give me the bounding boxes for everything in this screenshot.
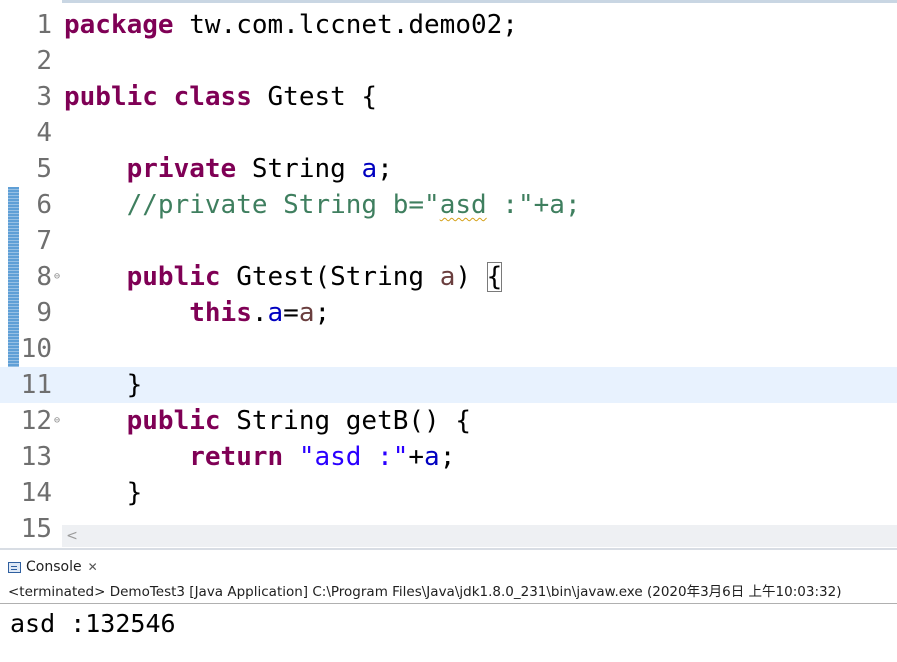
keyword-token: return: [189, 442, 284, 472]
bracket-token: {: [486, 262, 503, 292]
code-token: }: [64, 370, 143, 400]
code-line[interactable]: 13 return "asd :"+a;: [0, 439, 897, 475]
keyword-token: package: [64, 10, 174, 40]
close-icon[interactable]: ✕: [88, 560, 98, 574]
code-line[interactable]: 9 this.a=a;: [0, 295, 897, 331]
line-number: 5: [36, 154, 52, 184]
code-text: public class Gtest {: [64, 79, 377, 115]
code-text: private String a;: [64, 151, 393, 187]
code-token: tw.com.lccnet.demo02;: [173, 10, 518, 40]
horizontal-scrollbar[interactable]: <: [62, 525, 897, 547]
line-number: 1: [36, 10, 52, 40]
code-token: String: [236, 154, 362, 184]
keyword-token: public: [126, 406, 221, 436]
line-number: 2: [36, 46, 52, 76]
line-number: 3: [36, 82, 52, 112]
tab-console-label: Console: [26, 559, 82, 575]
keyword-token: public: [64, 82, 158, 112]
code-text: this.a=a;: [64, 295, 330, 331]
code-text: public Gtest(String a) {: [64, 259, 503, 295]
code-line[interactable]: 14 }: [0, 475, 897, 511]
code-token: .: [251, 298, 268, 328]
console-tab-bar: Console ✕: [0, 552, 897, 580]
string-token: "asd :": [298, 442, 409, 472]
code-line[interactable]: 6 //private String b="asd :"+a;: [0, 187, 897, 223]
code-token: +: [408, 442, 425, 472]
comment-token: :"+a;: [486, 190, 581, 220]
code-line[interactable]: 11 }: [0, 367, 897, 403]
comment-token: //private String b=": [126, 190, 440, 220]
keyword-token: public: [126, 262, 221, 292]
line-number: 11: [20, 370, 52, 400]
code-text: }: [64, 475, 143, 511]
keyword-token: this: [189, 298, 252, 328]
console-status-bar: <terminated> DemoTest3 [Java Application…: [0, 580, 897, 604]
code-text: }: [64, 367, 143, 403]
field-token: a: [424, 442, 440, 472]
code-line[interactable]: 1 package tw.com.lccnet.demo02;: [0, 7, 897, 43]
line-number: 15: [20, 514, 52, 544]
line-number: 13: [20, 442, 52, 472]
code-token: }: [64, 478, 143, 508]
field-token: a: [267, 298, 284, 328]
code-token: String getB() {: [220, 406, 471, 436]
code-text: package tw.com.lccnet.demo02;: [64, 7, 518, 43]
code-text: public String getB() {: [64, 403, 471, 439]
console-output[interactable]: asd :132546: [10, 607, 176, 641]
fold-toggle-icon[interactable]: ⊖: [52, 416, 62, 426]
parameter-token: a: [439, 262, 456, 292]
code-token: Gtest(String: [220, 262, 440, 292]
line-number: 7: [36, 226, 52, 256]
line-number: 9: [36, 298, 52, 328]
code-token: ;: [377, 154, 393, 184]
code-line[interactable]: 8 ⊖ public Gtest(String a) {: [0, 259, 897, 295]
line-number: 8: [36, 262, 52, 292]
code-text: return "asd :"+a;: [64, 439, 455, 475]
comment-token: asd: [439, 190, 487, 220]
line-number: 10: [20, 334, 52, 364]
code-token: ;: [314, 298, 331, 328]
code-text: //private String b="asd :"+a;: [64, 187, 581, 223]
field-token: a: [361, 154, 378, 184]
code-line[interactable]: 5 private String a;: [0, 151, 897, 187]
code-token: ): [455, 262, 487, 292]
parameter-token: a: [298, 298, 315, 328]
code-line[interactable]: 2: [0, 43, 897, 79]
code-line[interactable]: 4: [0, 115, 897, 151]
tab-console[interactable]: Console ✕: [8, 556, 98, 578]
code-line[interactable]: 10: [0, 331, 897, 367]
line-number: 14: [20, 478, 52, 508]
code-line[interactable]: 12 ⊖ public String getB() {: [0, 403, 897, 439]
keyword-token: class: [173, 82, 252, 112]
line-number: 4: [36, 118, 52, 148]
panel-divider[interactable]: [0, 548, 897, 550]
scroll-left-icon[interactable]: <: [62, 525, 82, 547]
console-icon: [8, 561, 21, 573]
line-number: 12: [20, 406, 52, 436]
code-line[interactable]: 7: [0, 223, 897, 259]
console-status-text: <terminated> DemoTest3 [Java Application…: [8, 584, 842, 600]
code-editor[interactable]: 1 package tw.com.lccnet.demo02; 2 3 public c…: [0, 0, 897, 548]
code-token: =: [283, 298, 299, 328]
code-token: ;: [439, 442, 456, 472]
fold-toggle-icon[interactable]: ⊖: [52, 272, 62, 282]
code-line[interactable]: 3 public class Gtest {: [0, 79, 897, 115]
editor-top-border: [62, 0, 897, 3]
line-number: 6: [36, 190, 52, 220]
code-token: Gtest {: [251, 82, 378, 112]
keyword-token: private: [126, 154, 237, 184]
